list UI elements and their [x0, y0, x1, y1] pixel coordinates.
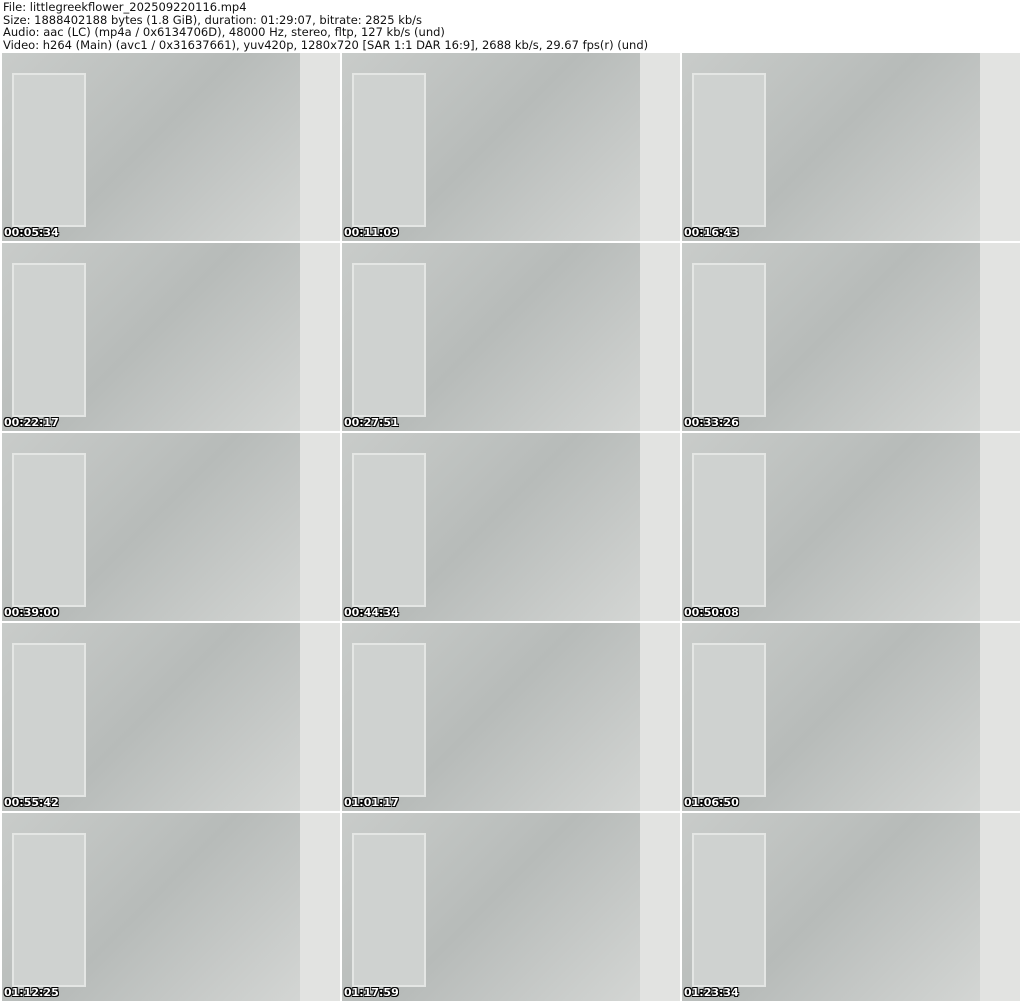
audio-info: Audio: aac (LC) (mp4a / 0x6134706D), 480… [3, 25, 445, 39]
video-thumbnail: 01:23:34 [682, 813, 1020, 1001]
video-thumbnail: 00:27:51 [342, 243, 680, 431]
file-name: File: littlegreekflower_202509220116.mp4 [3, 0, 247, 14]
video-thumbnail: 00:05:34 [2, 53, 340, 241]
thumbnail-timestamp: 00:33:26 [684, 416, 739, 429]
video-thumbnail: 00:55:42 [2, 623, 340, 811]
thumbnail-timestamp: 01:01:17 [344, 796, 399, 809]
video-thumbnail: 01:06:50 [682, 623, 1020, 811]
thumbnail-timestamp: 00:05:34 [4, 226, 59, 239]
thumbnail-timestamp: 00:11:09 [344, 226, 399, 239]
thumbnail-timestamp: 01:12:25 [4, 986, 59, 999]
thumbnail-timestamp: 00:27:51 [344, 416, 399, 429]
thumbnail-timestamp: 00:39:00 [4, 606, 59, 619]
thumbnail-timestamp: 00:44:34 [344, 606, 399, 619]
video-thumbnail: 01:17:59 [342, 813, 680, 1001]
video-thumbnail: 01:01:17 [342, 623, 680, 811]
thumbnail-timestamp: 01:06:50 [684, 796, 739, 809]
thumbnail-timestamp: 00:55:42 [4, 796, 59, 809]
video-thumbnail: 00:16:43 [682, 53, 1020, 241]
thumbnail-timestamp: 00:22:17 [4, 416, 59, 429]
thumbnail-timestamp: 00:50:08 [684, 606, 739, 619]
video-info: Video: h264 (Main) (avc1 / 0x31637661), … [3, 37, 649, 52]
video-thumbnail: 00:11:09 [342, 53, 680, 241]
thumbnail-grid: 00:05:34 00:11:09 00:16:43 00:22:17 00:27:51… [2, 53, 1020, 1001]
thumbnail-timestamp: 01:23:34 [684, 986, 739, 999]
file-info-header: File: littlegreekflower_202509220116.mp4… [3, 1, 648, 51]
video-thumbnail: 00:22:17 [2, 243, 340, 431]
video-thumbnail: 00:50:08 [682, 433, 1020, 621]
video-thumbnail: 00:33:26 [682, 243, 1020, 431]
video-thumbnail: 00:39:00 [2, 433, 340, 621]
video-thumbnail: 01:12:25 [2, 813, 340, 1001]
thumbnail-timestamp: 01:17:59 [344, 986, 399, 999]
video-thumbnail: 00:44:34 [342, 433, 680, 621]
thumbnail-timestamp: 00:16:43 [684, 226, 739, 239]
